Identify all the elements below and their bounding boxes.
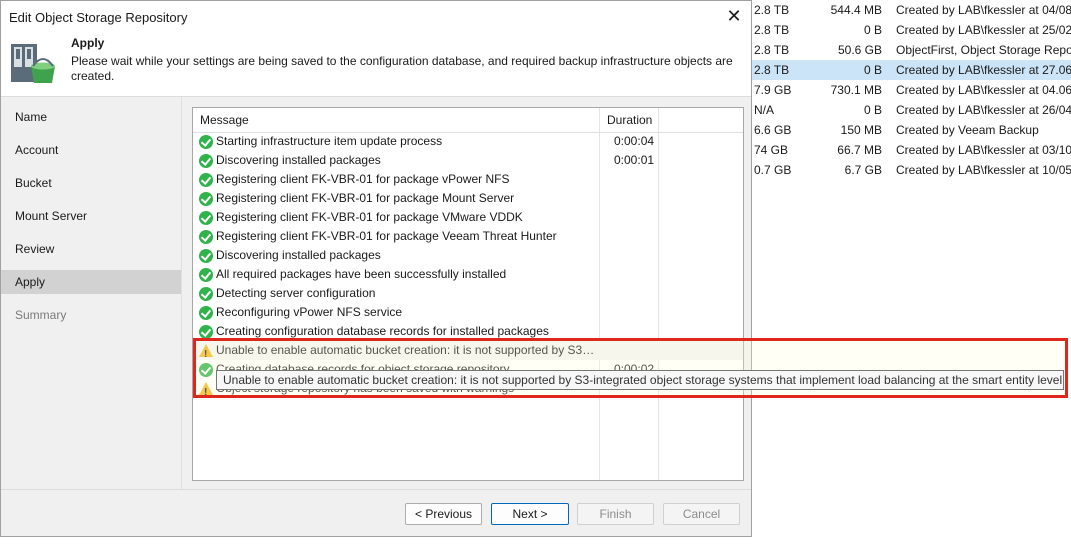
log-row[interactable]: Registering client FK-VBR-01 for package… [193, 227, 743, 246]
success-check-icon [199, 230, 213, 244]
success-check-icon [199, 287, 213, 301]
log-row[interactable]: All required packages have been successf… [193, 265, 743, 284]
edit-object-storage-dialog: Edit Object Storage Repository ✕ Apply P… [0, 0, 752, 537]
repository-size: 2.8 TB [754, 3, 790, 17]
repository-row[interactable]: 2.8 TB 0 B Created by LAB\fkessler at 25/0… [752, 20, 1071, 40]
repository-size: 6.6 GB [754, 123, 792, 137]
log-row[interactable]: Discovering installed packages [193, 246, 743, 265]
repository-size: 2.8 TB [754, 43, 790, 57]
repository-used: 50.6 GB [837, 43, 882, 57]
object-storage-repository-icon [11, 44, 55, 83]
close-icon[interactable]: ✕ [721, 4, 747, 28]
log-duration: 0:00:04 [614, 134, 655, 148]
step-review[interactable]: Review [1, 237, 181, 261]
log-message: Discovering installed packages [216, 248, 381, 262]
repository-row[interactable]: N/A 0 B Created by LAB\fkessler at 26/04/ [752, 100, 1071, 120]
repository-used: 6.7 GB [844, 163, 882, 177]
dialog-title: Edit Object Storage Repository [9, 10, 188, 25]
background-repository-list: 2.8 TB 544.4 MB Created by LAB\fkessler at… [752, 0, 1071, 544]
apply-log-grid[interactable]: Message Duration Starting infrastructure… [192, 107, 744, 481]
repository-row[interactable]: 2.8 TB 0 B Created by LAB\fkessler at 27.0… [752, 60, 1071, 80]
repository-row[interactable]: 7.9 GB 730.1 MB Created by LAB\fkessler at… [752, 80, 1071, 100]
success-check-icon [199, 154, 213, 168]
repository-size: 2.8 TB [754, 63, 790, 77]
column-duration[interactable]: Duration [607, 113, 652, 127]
step-bucket[interactable]: Bucket [1, 171, 181, 195]
repository-size: 0.7 GB [754, 163, 792, 177]
log-row[interactable]: Starting infrastructure item update proc… [193, 132, 743, 151]
success-check-icon [199, 249, 213, 263]
previous-button[interactable]: < Previous [405, 503, 482, 525]
log-message: Discovering installed packages [216, 153, 381, 167]
repository-used: 0 B [863, 23, 882, 37]
step-summary: Summary [15, 308, 67, 322]
repository-desc: Created by LAB\fkessler at 25/02/ [896, 23, 1071, 37]
step-description: Please wait while your settings are bein… [71, 54, 733, 83]
log-message: Registering client FK-VBR-01 for package… [216, 191, 515, 205]
grid-header: Message Duration [193, 108, 743, 133]
repository-used: 544.4 MB [830, 3, 882, 17]
repository-row[interactable]: 0.7 GB 6.7 GB Created by LAB\fkessler at 1… [752, 160, 1071, 180]
success-check-icon [199, 192, 213, 206]
repository-size: 74 GB [754, 143, 789, 157]
success-check-icon [199, 135, 213, 149]
success-check-icon [199, 173, 213, 187]
repository-row[interactable]: 6.6 GB 150 MB Created by Veeam Backup [752, 120, 1071, 140]
success-check-icon [199, 211, 213, 225]
repository-desc: Created by LAB\fkessler at 03/10/ [896, 143, 1071, 157]
step-apply[interactable]: Apply [1, 270, 181, 294]
repository-desc: Created by LAB\fkessler at 04.06. [896, 83, 1071, 97]
log-message: All required packages have been successf… [216, 267, 507, 281]
step-title: Apply [71, 36, 105, 50]
repository-size: 2.8 TB [754, 23, 790, 37]
repository-desc: Created by LAB\fkessler at 27.06. [896, 63, 1071, 77]
repository-used: 0 B [863, 63, 882, 77]
step-account[interactable]: Account [1, 138, 181, 162]
repository-size: 7.9 GB [754, 83, 792, 97]
repository-used: 730.1 MB [830, 83, 882, 97]
finish-button: Finish [577, 503, 654, 525]
footer-separator [1, 489, 751, 490]
log-message: Registering client FK-VBR-01 for package… [216, 229, 557, 243]
log-row[interactable]: Registering client FK-VBR-01 for package… [193, 170, 743, 189]
success-check-icon [199, 325, 213, 339]
repository-desc: Created by Veeam Backup [896, 123, 1039, 137]
success-check-icon [199, 306, 213, 320]
step-mount-server[interactable]: Mount Server [1, 204, 181, 228]
steps-divider [181, 97, 182, 489]
column-message[interactable]: Message [200, 113, 249, 127]
next-button[interactable]: Next > [491, 503, 569, 525]
repository-desc: Created by LAB\fkessler at 26/04/ [896, 103, 1071, 117]
title-bar: Edit Object Storage Repository ✕ [1, 1, 751, 32]
repository-desc: ObjectFirst, Object Storage Repos [896, 43, 1071, 57]
repository-used: 150 MB [840, 123, 882, 137]
repository-used: 66.7 MB [837, 143, 882, 157]
log-message: Registering client FK-VBR-01 for package… [216, 172, 510, 186]
log-row[interactable]: Reconfiguring vPower NFS service [193, 303, 743, 322]
log-row[interactable]: Detecting server configuration [193, 284, 743, 303]
repository-row[interactable]: 2.8 TB 544.4 MB Created by LAB\fkessler at… [752, 0, 1071, 20]
warning-tooltip: Unable to enable automatic bucket creati… [216, 370, 1064, 390]
log-row[interactable]: Registering client FK-VBR-01 for package… [193, 189, 743, 208]
log-message: Registering client FK-VBR-01 for package… [216, 210, 523, 224]
log-row[interactable]: Registering client FK-VBR-01 for package… [193, 208, 743, 227]
repository-used: 0 B [863, 103, 882, 117]
repository-desc: Created by LAB\fkessler at 04/08/ [896, 3, 1071, 17]
repository-desc: Created by LAB\fkessler at 10/05/ [896, 163, 1071, 177]
cancel-button: Cancel [663, 503, 740, 525]
log-row[interactable]: Discovering installed packages 0:00:01 [193, 151, 743, 170]
log-message: Reconfiguring vPower NFS service [216, 305, 403, 319]
success-check-icon [199, 268, 213, 282]
wizard-header: Apply Please wait while your settings ar… [1, 32, 751, 97]
repository-row[interactable]: 2.8 TB 50.6 GB ObjectFirst, Object Storage… [752, 40, 1071, 60]
log-message: Starting infrastructure item update proc… [216, 134, 443, 148]
step-name[interactable]: Name [1, 105, 181, 129]
log-duration: 0:00:01 [614, 153, 655, 167]
repository-size: N/A [754, 103, 775, 117]
repository-row[interactable]: 74 GB 66.7 MB Created by LAB\fkessler at 0… [752, 140, 1071, 160]
log-message: Detecting server configuration [216, 286, 376, 300]
wizard-steps: Name Account Bucket Mount Server Review … [1, 97, 181, 489]
